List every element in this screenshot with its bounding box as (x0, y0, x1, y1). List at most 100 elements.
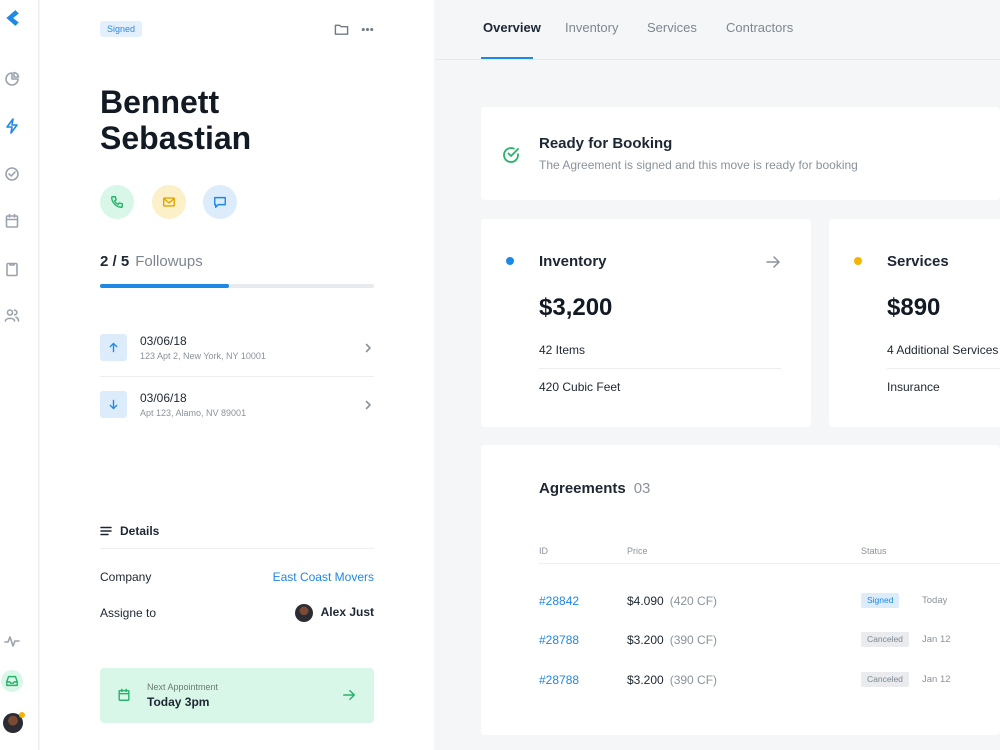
last-name: Sebastian (100, 120, 252, 156)
appointment-time: Today 3pm (147, 695, 210, 709)
chat-icon (214, 196, 226, 208)
users-icon[interactable] (3, 306, 21, 324)
chevron-right-icon (362, 341, 374, 353)
price-cf: (420 CF) (669, 594, 718, 608)
arrow-down-icon (100, 391, 127, 418)
icon-rail (0, 0, 39, 750)
check-circle-icon[interactable] (3, 165, 21, 183)
calendar-icon (118, 688, 130, 701)
email-button[interactable] (152, 185, 186, 219)
pie-chart-icon[interactable] (3, 70, 21, 88)
agreements-title: Agreements 03 (539, 480, 650, 497)
divider (887, 368, 1000, 369)
assignee-avatar (294, 604, 313, 622)
company-link[interactable]: East Coast Movers (273, 570, 374, 584)
calendar-icon[interactable] (3, 212, 21, 230)
agreement-date: Today (922, 595, 948, 606)
more-options-icon[interactable] (359, 21, 375, 37)
inventory-amount: $3,200 (539, 294, 613, 321)
inventory-title: Inventory (539, 253, 607, 270)
status-badge: Canceled (861, 632, 909, 647)
divider (539, 368, 781, 369)
arrow-right-icon (343, 689, 355, 701)
divider (539, 563, 1000, 564)
phone-icon (111, 196, 123, 208)
company-label: Company (100, 570, 152, 584)
price-value: $4.090 (627, 594, 664, 608)
agreement-price: $4.090 (420 CF) (627, 594, 717, 608)
menu-lines-icon (100, 526, 112, 536)
activity-icon[interactable] (3, 632, 21, 650)
agreement-date: Jan 12 (922, 674, 951, 685)
address-row-destination[interactable]: 03/06/18 Apt 123, Alamo, NV 89001 (100, 383, 374, 433)
price-cf: (390 CF) (669, 673, 718, 687)
services-card[interactable]: Services $890 4 Additional Services Insu… (829, 219, 1000, 427)
active-tab-indicator (481, 57, 533, 59)
main-area: Overview Inventory Services Contractors … (435, 0, 1000, 750)
agreements-count: 03 (633, 480, 651, 497)
mail-icon (163, 197, 175, 207)
agreements-card: Agreements 03 ID Price Status #28842 $4.0… (481, 445, 1000, 735)
price-value: $3.200 (627, 633, 664, 647)
first-name: Bennett (100, 84, 220, 120)
services-dot (854, 257, 862, 265)
assignee-value[interactable]: Alex Just (294, 604, 374, 622)
column-header-status: Status (861, 546, 887, 556)
tab-services[interactable]: Services (647, 20, 697, 35)
tab-contractors[interactable]: Contractors (726, 20, 793, 35)
column-header-price: Price (627, 546, 648, 556)
column-header-id: ID (539, 546, 548, 556)
agreement-id[interactable]: #28788 (539, 633, 579, 647)
address-text: Apt 123, Alamo, NV 89001 (140, 408, 247, 418)
folder-icon[interactable] (333, 21, 349, 37)
next-appointment-card[interactable]: Next Appointment Today 3pm (100, 668, 374, 723)
assignee-label: Assigne to (100, 606, 157, 620)
status-badge: Signed (861, 593, 900, 608)
check-circle-icon (503, 147, 519, 163)
agreement-price: $3.200 (390 CF) (627, 673, 717, 687)
company-row: Company East Coast Movers (100, 570, 374, 584)
address-date: 03/06/18 (140, 391, 187, 405)
address-row-origin[interactable]: 03/06/18 123 Apt 2, New York, NY 10001 (100, 326, 374, 376)
contact-panel: Signed Bennett Sebastian 2 / 5 Followups … (40, 0, 434, 750)
tab-inventory[interactable]: Inventory (565, 20, 618, 35)
details-heading: Details (100, 524, 159, 538)
clipboard-icon[interactable] (3, 260, 21, 278)
divider (100, 548, 374, 549)
call-button[interactable] (100, 185, 134, 219)
arrow-up-icon (100, 334, 127, 361)
inbox-icon[interactable] (1, 670, 23, 692)
divider (100, 376, 374, 377)
logo-icon[interactable] (3, 9, 21, 27)
chevron-right-icon (362, 398, 374, 410)
address-date: 03/06/18 (140, 334, 187, 348)
lightning-icon[interactable] (3, 117, 21, 135)
followups-progress (100, 284, 374, 288)
price-cf: (390 CF) (669, 633, 718, 647)
arrow-right-icon[interactable] (765, 254, 781, 270)
notification-dot (19, 712, 25, 718)
details-heading-label: Details (120, 524, 160, 538)
message-button[interactable] (203, 185, 237, 219)
inventory-dot (506, 257, 514, 265)
inventory-volume: 420 Cubic Feet (539, 380, 621, 394)
agreement-id[interactable]: #28842 (539, 594, 579, 608)
assignee-name: Alex Just (320, 605, 374, 620)
contact-name: Bennett Sebastian (100, 84, 251, 156)
services-insurance: Insurance (887, 380, 940, 394)
agreement-date: Jan 12 (922, 634, 951, 645)
price-value: $3.200 (627, 673, 664, 687)
appointment-label: Next Appointment (147, 682, 219, 692)
services-amount: $890 (887, 294, 941, 321)
followups-progress-fill (100, 284, 229, 288)
services-title: Services (887, 253, 949, 270)
inventory-items: 42 Items (539, 343, 586, 357)
agreements-title-label: Agreements (539, 480, 626, 497)
followups-count: 2 / 5 (100, 253, 130, 270)
inventory-card[interactable]: Inventory $3,200 42 Items 420 Cubic Feet (481, 219, 811, 427)
ready-for-booking-banner: Ready for Booking The Agreement is signe… (481, 107, 1000, 200)
agreement-id[interactable]: #28788 (539, 673, 579, 687)
agreement-price: $3.200 (390 CF) (627, 633, 717, 647)
banner-title: Ready for Booking (539, 135, 673, 152)
tab-overview[interactable]: Overview (483, 20, 541, 35)
